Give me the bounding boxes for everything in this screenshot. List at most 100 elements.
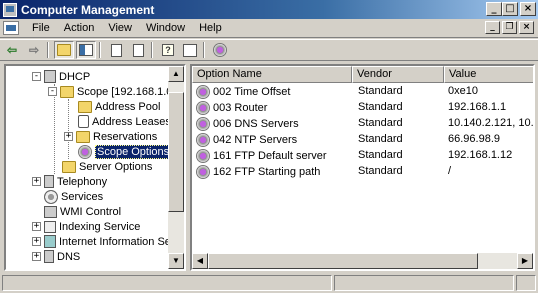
list-row[interactable]: 006 DNS Servers Standard 10.140.2.121, 1…	[192, 117, 535, 133]
list-row[interactable]: 003 Router Standard 192.168.1.1	[192, 101, 533, 117]
toolbar: ⇦ ⇨ ?	[0, 39, 538, 61]
option-vendor: Standard	[358, 101, 403, 113]
option-vendor: Standard	[358, 133, 403, 145]
maximize-button[interactable]: □	[502, 2, 518, 16]
folder-icon	[62, 160, 76, 173]
expand-toggle[interactable]: +	[32, 177, 41, 186]
console-tree[interactable]: - DHCP - Scope [192.168.1.0] Address Poo…	[4, 64, 186, 271]
folder-icon	[76, 130, 90, 143]
list-horizontal-scrollbar[interactable]: ◀ ▶	[192, 253, 533, 269]
expand-toggle[interactable]: +	[32, 237, 41, 246]
list-row[interactable]: 161 FTP Default server Standard 192.168.…	[192, 149, 533, 165]
back-arrow-icon: ⇦	[6, 43, 18, 57]
minimize-button[interactable]: _	[486, 2, 502, 16]
collapse-toggle[interactable]: -	[32, 72, 41, 81]
tree-node-indexing-service[interactable]: + Indexing Service	[32, 219, 140, 234]
console-tree-icon	[79, 44, 93, 56]
configure-options-button[interactable]	[210, 41, 230, 59]
list-row[interactable]: 002 Time Offset Standard 0xe10	[192, 85, 533, 101]
tree-node-services[interactable]: Services	[44, 189, 103, 204]
options-gear-icon	[213, 43, 227, 57]
status-bar	[0, 274, 538, 293]
status-pane	[516, 275, 536, 291]
tree-vertical-scrollbar[interactable]: ▲ ▼	[168, 66, 184, 269]
computer-management-icon	[3, 2, 17, 17]
tree-node-wmi-control[interactable]: WMI Control	[44, 204, 121, 219]
show-hide-tree-button[interactable]	[76, 41, 96, 59]
option-icon	[196, 117, 210, 131]
folder-icon	[78, 100, 92, 113]
toolbar-separator	[203, 42, 205, 58]
scroll-right-button[interactable]: ▶	[517, 253, 533, 269]
address-leases-icon	[78, 115, 89, 128]
indexing-icon	[44, 220, 56, 233]
forward-button[interactable]: ⇨	[24, 41, 44, 59]
options-list-view[interactable]: Option Name Vendor Value 002 Time Offset…	[190, 64, 535, 271]
window-title: Computer Management	[21, 2, 155, 17]
back-button[interactable]: ⇦	[2, 41, 22, 59]
child-close-button[interactable]: ×	[519, 21, 534, 34]
child-minimize-button[interactable]: _	[485, 21, 500, 34]
tree-node-iis[interactable]: + Internet Information Ser	[32, 234, 175, 249]
export-list-icon	[132, 43, 144, 57]
list-row[interactable]: 042 NTP Servers Standard 66.96.98.9	[192, 133, 533, 149]
option-value: 192.168.1.12	[448, 149, 513, 161]
column-header-value[interactable]: Value	[444, 66, 533, 83]
scroll-left-button[interactable]: ◀	[192, 253, 208, 269]
up-one-level-button[interactable]	[54, 41, 74, 59]
mmc-system-menu-icon[interactable]	[3, 21, 19, 35]
expand-toggle[interactable]: +	[32, 222, 41, 231]
folder-icon	[60, 85, 74, 98]
option-icon	[196, 133, 210, 147]
option-name: 003 Router	[213, 102, 268, 114]
toolbar-separator	[47, 42, 49, 58]
toolbar-separator	[99, 42, 101, 58]
scroll-thumb[interactable]	[168, 92, 184, 212]
help-button[interactable]: ?	[158, 41, 178, 59]
collapse-toggle[interactable]: -	[48, 87, 57, 96]
menu-bar: File Action View Window Help _ ❐ ×	[0, 19, 538, 38]
tree-node-telephony[interactable]: + Telephony	[32, 174, 107, 189]
menu-view[interactable]: View	[101, 22, 139, 34]
child-restore-button[interactable]: ❐	[502, 21, 517, 34]
menu-file[interactable]: File	[25, 22, 57, 34]
expand-toggle[interactable]: +	[64, 132, 73, 141]
option-icon	[196, 85, 210, 99]
scroll-up-button[interactable]: ▲	[168, 66, 184, 82]
option-value: 10.140.2.121, 10.1	[448, 117, 535, 129]
menu-action[interactable]: Action	[57, 22, 102, 34]
tree-node-scope-options[interactable]: Scope Options	[78, 144, 172, 159]
refresh-button[interactable]	[106, 41, 126, 59]
list-row[interactable]: 162 FTP Starting path Standard /	[192, 165, 533, 181]
forward-arrow-icon: ⇨	[28, 43, 40, 57]
option-vendor: Standard	[358, 165, 403, 177]
tree-node-dhcp[interactable]: - DHCP	[32, 69, 90, 84]
tree-node-dns[interactable]: + DNS	[32, 249, 80, 264]
tree-node-server-options[interactable]: Server Options	[62, 159, 152, 174]
option-icon	[196, 101, 210, 115]
expand-toggle[interactable]: +	[32, 252, 41, 261]
option-icon	[196, 149, 210, 163]
tree-node-reservations[interactable]: + Reservations	[64, 129, 157, 144]
column-header-option-name[interactable]: Option Name	[192, 66, 352, 83]
menu-help[interactable]: Help	[192, 22, 229, 34]
services-icon	[44, 189, 58, 204]
tree-node-address-leases[interactable]: Address Leases	[78, 114, 171, 129]
close-button[interactable]: ×	[520, 2, 536, 16]
properties-button[interactable]	[180, 41, 200, 59]
tree-node-address-pool[interactable]: Address Pool	[78, 99, 160, 114]
tree-node-scope[interactable]: - Scope [192.168.1.0]	[48, 84, 175, 99]
menu-window[interactable]: Window	[139, 22, 192, 34]
scroll-down-button[interactable]: ▼	[168, 253, 184, 269]
toolbar-separator	[151, 42, 153, 58]
option-value: 0xe10	[448, 85, 478, 97]
refresh-icon	[110, 43, 122, 57]
option-icon	[196, 165, 210, 179]
option-value: /	[448, 165, 452, 177]
properties-icon	[183, 43, 197, 57]
export-list-button[interactable]	[128, 41, 148, 59]
column-header-vendor[interactable]: Vendor	[352, 66, 444, 83]
scroll-thumb[interactable]	[208, 253, 478, 269]
status-pane	[2, 275, 332, 291]
dhcp-server-icon	[44, 70, 56, 83]
